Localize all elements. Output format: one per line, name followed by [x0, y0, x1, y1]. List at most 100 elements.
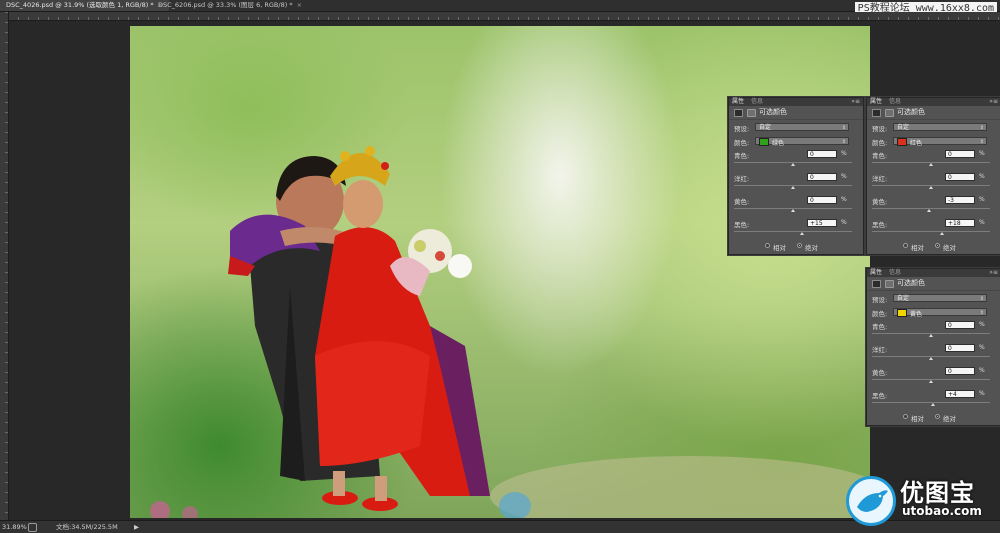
colors-select[interactable]: 绿色 ⇕: [755, 137, 849, 147]
panel-menu-icon[interactable]: »≡: [989, 98, 998, 106]
panel-header: 属性 信息 »≡: [729, 98, 863, 106]
tab-properties[interactable]: 属性: [870, 98, 882, 106]
sliders: 青色: 0% 洋红: 0% 黄色: -3% 黑色: +18%: [867, 148, 1000, 240]
slider-thumb[interactable]: [927, 209, 932, 212]
adjustment-title: 可选颜色: [897, 279, 925, 287]
logo-text-chinese: 优图宝: [900, 479, 975, 507]
slider-value-input[interactable]: -3: [945, 196, 975, 204]
method-relative-radio[interactable]: [765, 243, 770, 248]
method-relative-label: 相对: [911, 244, 924, 252]
tab-dsc-6206[interactable]: DSC_6206.psd @ 33.3% (图层 6, RGB/8) * ×: [152, 0, 308, 11]
slider-track[interactable]: [734, 231, 852, 232]
method-relative-radio[interactable]: [903, 243, 908, 248]
slider-thumb[interactable]: [929, 163, 933, 166]
method-absolute-radio[interactable]: [797, 243, 802, 248]
panel-header: 属性 信息 »≡: [867, 269, 1000, 277]
color-value: 绿色: [772, 140, 785, 147]
slider-value-input[interactable]: 0: [945, 367, 975, 375]
tab-info[interactable]: 信息: [889, 98, 901, 106]
vertical-ruler[interactable]: [0, 12, 9, 520]
preset-select[interactable]: 自定 ⇕: [755, 123, 849, 131]
colors-row: 颜色: 绿色 ⇕: [729, 134, 863, 148]
slider-magenta: 洋红: 0%: [867, 171, 1000, 194]
slider-thumb[interactable]: [791, 209, 795, 212]
preset-label: 预设:: [872, 125, 888, 133]
sliders: 青色: 0% 洋红: 0% 黄色: 0% 黑色: +15%: [729, 148, 863, 240]
slider-value-input[interactable]: +18: [945, 219, 975, 227]
slider-label: 黑色:: [872, 221, 888, 229]
slider-track[interactable]: [872, 231, 990, 232]
adjustment-title-row: 可选颜色: [867, 277, 1000, 291]
slider-value-input[interactable]: 0: [945, 344, 975, 352]
method-relative-label: 相对: [773, 244, 786, 252]
slider-value-input[interactable]: 0: [945, 150, 975, 158]
tab-properties[interactable]: 属性: [732, 98, 744, 106]
chevron-updown-icon: ⇕: [979, 139, 984, 145]
preset-select[interactable]: 自定 ⇕: [893, 294, 987, 302]
close-icon[interactable]: ×: [297, 1, 302, 9]
slider-thumb[interactable]: [799, 232, 804, 235]
color-value: 黄色: [910, 311, 923, 318]
slider-label: 黑色:: [872, 392, 888, 400]
tab-info[interactable]: 信息: [751, 98, 763, 106]
color-value: 红色: [910, 140, 923, 147]
slider-value-input[interactable]: 0: [807, 173, 837, 181]
slider-label: 洋红:: [872, 346, 888, 354]
slider-thumb[interactable]: [929, 334, 933, 337]
tab-label: DSC_4026.psd @ 31.9% (选取颜色 1, RGB/8) *: [6, 1, 154, 9]
slider-thumb[interactable]: [929, 380, 933, 383]
slider-value-input[interactable]: +15: [807, 219, 837, 227]
status-menu-arrow-icon[interactable]: ▶: [134, 521, 139, 533]
mask-icon[interactable]: [747, 109, 756, 117]
percent-unit: %: [841, 196, 847, 203]
slider-thumb[interactable]: [791, 163, 795, 166]
slider-thumb[interactable]: [931, 403, 936, 406]
colors-label: 颜色:: [872, 139, 888, 147]
panel-menu-icon[interactable]: »≡: [989, 269, 998, 277]
mask-icon[interactable]: [885, 280, 894, 288]
percent-unit: %: [979, 173, 985, 180]
preset-row: 预设: 自定 ⇕: [729, 120, 863, 134]
slider-value-input[interactable]: +4: [945, 390, 975, 398]
method-absolute-label: 绝对: [805, 244, 818, 252]
colors-select[interactable]: 黄色 ⇕: [893, 308, 987, 318]
slider-label: 青色:: [872, 152, 888, 160]
percent-unit: %: [979, 344, 985, 351]
slider-black: 黑色: +15%: [729, 217, 863, 240]
document-profile-icon[interactable]: [28, 523, 37, 532]
adjustment-title: 可选颜色: [897, 108, 925, 116]
tab-dsc-4026[interactable]: DSC_4026.psd @ 31.9% (选取颜色 1, RGB/8) * ×: [0, 0, 170, 11]
slider-label: 青色:: [872, 323, 888, 331]
mask-icon[interactable]: [885, 109, 894, 117]
tab-label: DSC_6206.psd @ 33.3% (图层 6, RGB/8) *: [158, 1, 293, 9]
method-relative-label: 相对: [911, 415, 924, 423]
tab-properties[interactable]: 属性: [870, 269, 882, 277]
colors-row: 颜色: 黄色 ⇕: [867, 305, 1000, 319]
preset-select[interactable]: 自定 ⇕: [893, 123, 987, 131]
slider-value-input[interactable]: 0: [945, 173, 975, 181]
method-absolute-radio[interactable]: [935, 243, 940, 248]
panel-menu-icon[interactable]: »≡: [851, 98, 860, 106]
slider-thumb[interactable]: [791, 186, 795, 189]
slider-black: 黑色: +18%: [867, 217, 1000, 240]
slider-value-input[interactable]: 0: [807, 150, 837, 158]
slider-label: 青色:: [734, 152, 750, 160]
slider-thumb[interactable]: [929, 357, 933, 360]
slider-value-input[interactable]: 0: [945, 321, 975, 329]
logo-text-domain: utobao.com: [902, 504, 982, 518]
document-size: 文档:34.5M/225.5M: [56, 523, 118, 531]
slider-label: 黄色:: [734, 198, 750, 206]
slider-label: 洋红:: [734, 175, 750, 183]
horizontal-ruler[interactable]: [8, 12, 1000, 21]
slider-value-input[interactable]: 0: [807, 196, 837, 204]
chevron-updown-icon: ⇕: [979, 296, 984, 302]
method-relative-radio[interactable]: [903, 414, 908, 419]
zoom-level[interactable]: 31.89%: [2, 521, 27, 533]
slider-yellow: 黄色: 0%: [729, 194, 863, 217]
tab-info[interactable]: 信息: [889, 269, 901, 277]
chevron-updown-icon: ⇕: [841, 139, 846, 145]
colors-select[interactable]: 红色 ⇕: [893, 137, 987, 147]
method-absolute-radio[interactable]: [935, 414, 940, 419]
slider-thumb[interactable]: [929, 186, 933, 189]
slider-thumb[interactable]: [939, 232, 944, 235]
